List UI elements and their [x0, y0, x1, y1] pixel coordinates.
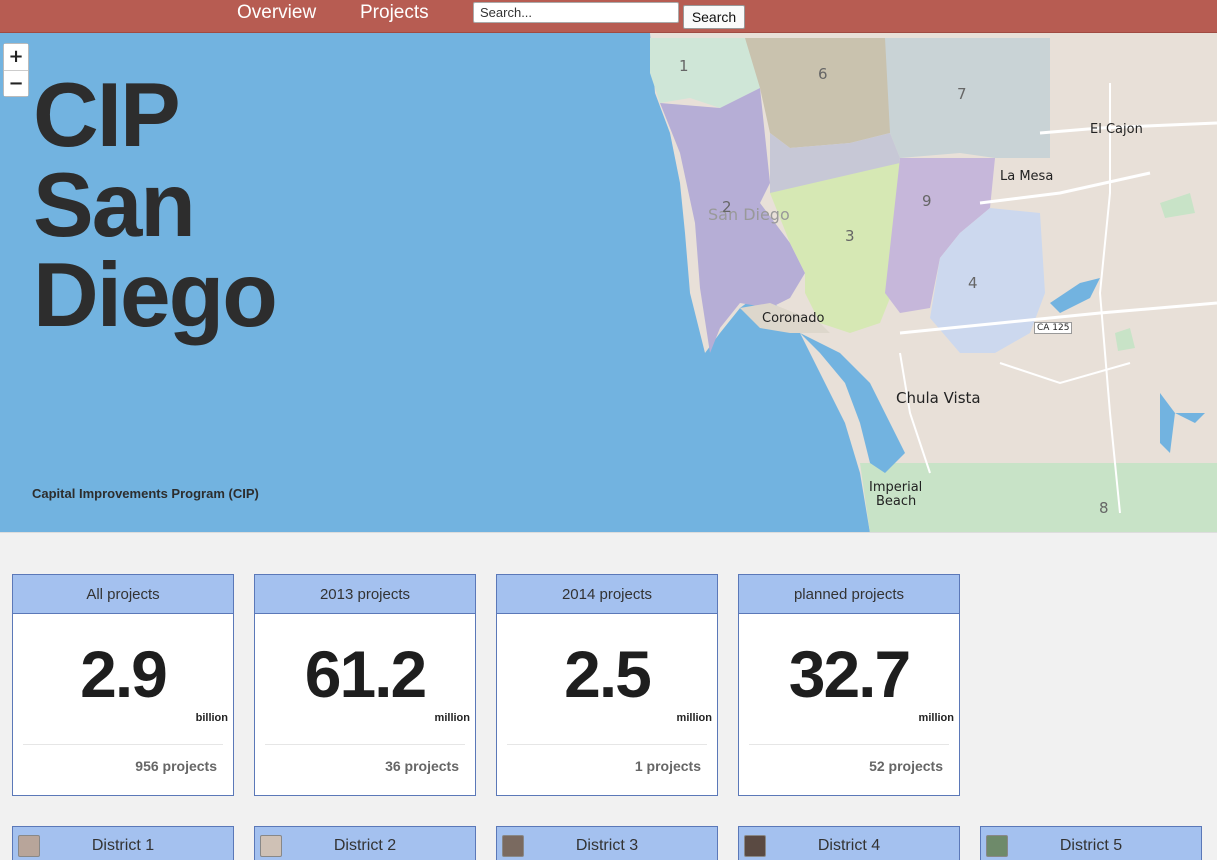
map-label-san-diego: San Diego [708, 205, 790, 224]
map-district-number: 7 [957, 85, 967, 103]
district-label: District 4 [817, 837, 881, 854]
divider [265, 744, 465, 745]
map-label-beach: Beach [876, 494, 917, 509]
district-card-1[interactable]: District 1 [12, 826, 234, 860]
stat-card-title: All projects [13, 575, 233, 614]
district-label: District 1 [91, 837, 155, 854]
stat-card-value: 61.2 [304, 637, 427, 711]
stat-card-unit: billion [195, 712, 228, 724]
map-district-number: 4 [968, 274, 978, 292]
map-label-el-cajon: El Cajon [1090, 122, 1143, 137]
map-label-la-mesa: La Mesa [1000, 169, 1054, 184]
title-line: CIP [33, 65, 181, 166]
map-label-imperial: Imperial [869, 480, 923, 495]
divider [23, 744, 223, 745]
district-label: District 5 [1059, 837, 1123, 854]
stat-card-title: 2014 projects [497, 575, 717, 614]
stat-card-all-projects[interactable]: All projects 2.9 billion 956 projects [12, 574, 234, 796]
stat-card-unit: million [918, 712, 954, 724]
district-card-5[interactable]: District 5 [980, 826, 1202, 860]
district-card-4[interactable]: District 4 [738, 826, 960, 860]
stat-card-unit: million [434, 712, 470, 724]
map-district-number: 2 [722, 198, 732, 216]
district-label: District 3 [575, 837, 639, 854]
stat-card-title: 2013 projects [255, 575, 475, 614]
district-map[interactable]: + − CIP San Diego Capital Improvements P… [0, 33, 1217, 533]
page-subtitle: Capital Improvements Program (CIP) [32, 486, 259, 501]
map-label-chula-vista: Chula Vista [896, 389, 981, 407]
title-line: Diego [33, 245, 278, 346]
title-line: San [33, 155, 196, 256]
top-navigation-bar: Overview Projects Search [0, 0, 1217, 33]
stat-card-value: 32.7 [788, 637, 911, 711]
stat-card-title: planned projects [739, 575, 959, 614]
zoom-control: + − [3, 43, 29, 97]
stat-card-count: 52 projects [869, 758, 943, 774]
map-district-number: 9 [922, 192, 932, 210]
map-district-number: 3 [845, 227, 855, 245]
zoom-out-button[interactable]: − [4, 70, 28, 96]
district-card-3[interactable]: District 3 [496, 826, 718, 860]
divider [749, 744, 949, 745]
stat-card-count: 956 projects [135, 758, 217, 774]
stat-card-count: 36 projects [385, 758, 459, 774]
stat-card-2013-projects[interactable]: 2013 projects 61.2 million 36 projects [254, 574, 476, 796]
map-district-number: 1 [679, 57, 689, 75]
map-district-number: 8 [1099, 499, 1109, 517]
stat-card-2014-projects[interactable]: 2014 projects 2.5 million 1 projects [496, 574, 718, 796]
stat-card-planned-projects[interactable]: planned projects 32.7 million 52 project… [738, 574, 960, 796]
nav-link-overview[interactable]: Overview [237, 2, 316, 24]
stat-card-unit: million [676, 712, 712, 724]
stat-card-count: 1 projects [634, 758, 701, 774]
map-district-number: 6 [818, 65, 828, 83]
nav-link-projects[interactable]: Projects [360, 2, 429, 24]
search-input[interactable] [473, 2, 679, 23]
stat-card-value: 2.9 [80, 637, 168, 711]
divider [507, 744, 707, 745]
district-card-2[interactable]: District 2 [254, 826, 476, 860]
search-button[interactable]: Search [683, 5, 745, 29]
district-label: District 2 [333, 837, 397, 854]
map-label-coronado: Coronado [762, 311, 825, 326]
map-label-ca-125: CA 125 [1034, 322, 1073, 334]
stat-card-value: 2.5 [564, 637, 652, 711]
page-title: CIP San Diego [33, 65, 278, 346]
zoom-in-button[interactable]: + [4, 44, 28, 70]
